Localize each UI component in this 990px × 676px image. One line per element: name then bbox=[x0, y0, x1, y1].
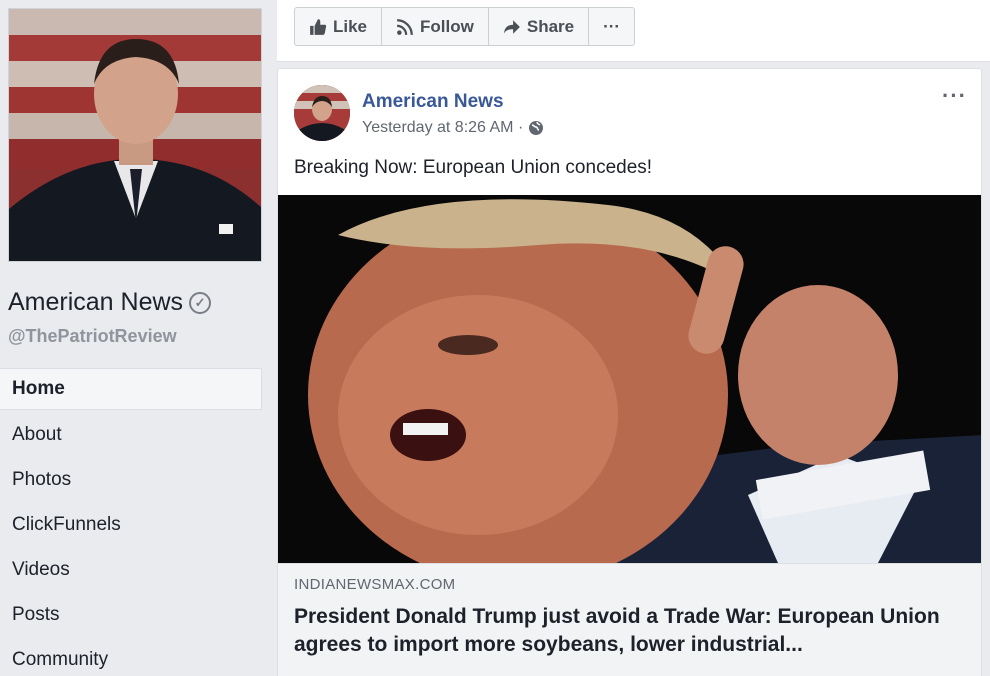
thumbs-up-icon bbox=[310, 18, 327, 35]
share-label: Share bbox=[526, 16, 575, 36]
post-photo bbox=[278, 195, 981, 563]
nav-item-photos[interactable]: Photos bbox=[0, 458, 262, 503]
nav-item-clickfunnels[interactable]: ClickFunnels bbox=[0, 503, 262, 548]
more-options-icon: ··· bbox=[603, 16, 621, 36]
more-options-button[interactable]: ··· bbox=[589, 8, 634, 45]
link-title: President Donald Trump just avoid a Trad… bbox=[294, 605, 940, 656]
page-action-bar: Like Follow Share ··· bbox=[277, 0, 990, 62]
page-name[interactable]: American News ✓ bbox=[8, 288, 212, 317]
nav-item-posts[interactable]: Posts bbox=[0, 593, 262, 638]
page-name-label: American News bbox=[8, 288, 184, 316]
post-image[interactable] bbox=[278, 195, 981, 563]
post-card: American News Yesterday at 8:26 AM · ···… bbox=[277, 68, 982, 676]
page-nav: Home About Photos ClickFunnels Videos Po… bbox=[0, 368, 262, 676]
nav-item-home[interactable]: Home bbox=[0, 368, 262, 410]
nav-item-community[interactable]: Community bbox=[0, 638, 262, 676]
nav-item-videos[interactable]: Videos bbox=[0, 548, 262, 593]
post-meta: Yesterday at 8:26 AM · bbox=[362, 119, 544, 137]
like-label: Like bbox=[333, 16, 368, 36]
post-timestamp[interactable]: Yesterday at 8:26 AM · bbox=[362, 119, 523, 137]
globe-icon bbox=[529, 121, 544, 135]
left-column: American News ✓ @ThePatriotReview Home A… bbox=[0, 0, 272, 676]
action-button-group: Like Follow Share ··· bbox=[294, 7, 636, 46]
post-options-icon[interactable]: ··· bbox=[942, 83, 967, 109]
nav-item-about[interactable]: About bbox=[0, 413, 262, 458]
follow-button[interactable]: Follow bbox=[382, 8, 489, 45]
follow-label: Follow bbox=[420, 16, 474, 36]
share-button[interactable]: Share bbox=[489, 8, 590, 45]
profile-photo-image bbox=[9, 9, 261, 261]
page-handle: @ThePatriotReview bbox=[8, 326, 177, 346]
profile-photo[interactable] bbox=[8, 8, 262, 262]
verified-check-icon: ✓ bbox=[189, 291, 212, 314]
share-arrow-icon bbox=[503, 19, 520, 34]
post-author-name[interactable]: American News bbox=[362, 91, 504, 113]
post-author-avatar[interactable] bbox=[294, 85, 350, 141]
link-preview[interactable]: INDIANEWSMAX.COM President Donald Trump … bbox=[278, 563, 981, 676]
post-text: Breaking Now: European Union concedes! bbox=[294, 157, 653, 178]
avatar-image bbox=[294, 85, 350, 141]
like-button[interactable]: Like bbox=[295, 8, 383, 45]
link-domain: INDIANEWSMAX.COM bbox=[294, 576, 456, 593]
rss-follow-icon bbox=[397, 18, 413, 35]
